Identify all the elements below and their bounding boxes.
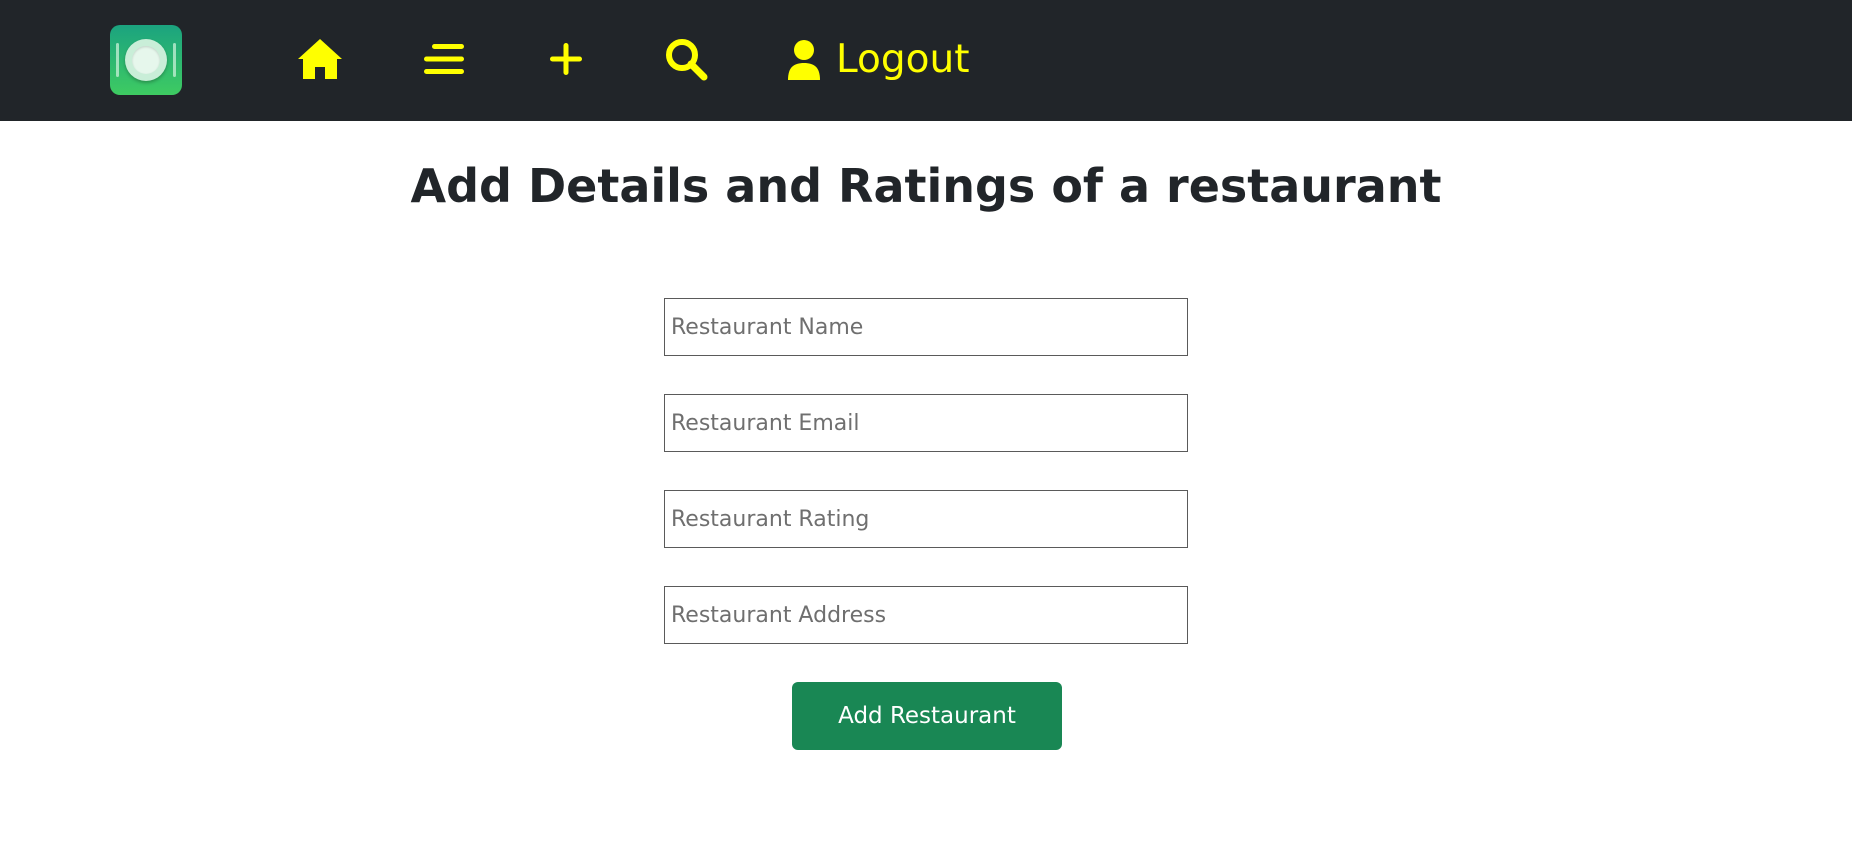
menu-lines-icon[interactable] bbox=[420, 34, 470, 84]
restaurant-email-input[interactable] bbox=[664, 394, 1188, 452]
user-icon bbox=[788, 40, 820, 80]
plate-icon bbox=[125, 39, 167, 81]
app-logo[interactable] bbox=[110, 25, 182, 95]
home-icon[interactable] bbox=[295, 34, 345, 84]
page-title: Add Details and Ratings of a restaurant bbox=[410, 159, 1442, 213]
restaurant-rating-input[interactable] bbox=[664, 490, 1188, 548]
spoon-icon bbox=[173, 43, 176, 77]
add-restaurant-button[interactable]: Add Restaurant bbox=[792, 682, 1062, 750]
restaurant-address-input[interactable] bbox=[664, 586, 1188, 644]
fork-icon bbox=[116, 43, 119, 77]
logout-label: Logout bbox=[836, 37, 970, 82]
navbar: Logout bbox=[0, 0, 1852, 121]
search-icon[interactable] bbox=[661, 34, 711, 84]
restaurant-name-input[interactable] bbox=[664, 298, 1188, 356]
plus-icon[interactable] bbox=[541, 34, 591, 84]
logout-link[interactable]: Logout bbox=[786, 32, 970, 88]
